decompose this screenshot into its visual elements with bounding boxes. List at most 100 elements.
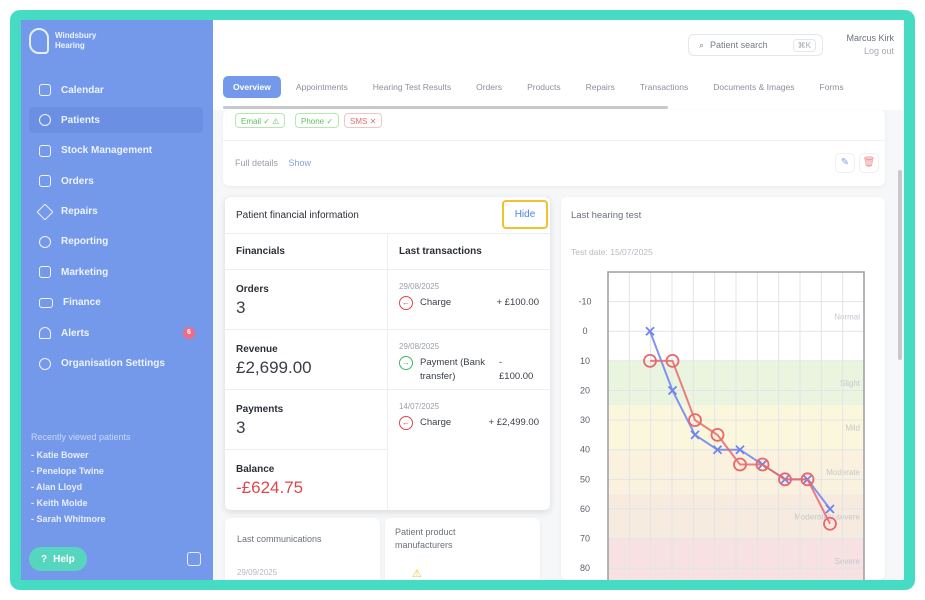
- top-bar: ⌕ Patient search ⌘K Marcus Kirk Log out: [213, 20, 904, 72]
- balance-value: -£624.75: [236, 478, 304, 497]
- edit-button[interactable]: ✎: [835, 153, 855, 173]
- financial-row-payments: Payments 3: [225, 390, 387, 450]
- last-hearing-test-title: Last hearing test: [571, 210, 642, 221]
- sidebar-item-organisation-settings[interactable]: Organisation Settings: [29, 351, 203, 377]
- tab-forms[interactable]: Forms: [810, 76, 854, 98]
- transaction-date: 29/08/2025: [399, 342, 440, 351]
- email-label: Email: [241, 117, 262, 126]
- patient-search-input[interactable]: ⌕ Patient search ⌘K: [688, 34, 823, 56]
- last-communications-card: Last communications 29/09/2025: [225, 518, 380, 580]
- sidebar-item-reporting[interactable]: Reporting: [29, 229, 203, 255]
- financial-value: 3: [236, 418, 246, 437]
- sidebar-item-label: Marketing: [61, 266, 109, 278]
- pencil-icon: ✎: [840, 157, 850, 168]
- transaction-type: Payment (Bank transfer): [420, 357, 485, 382]
- tab-products[interactable]: Products: [517, 76, 571, 98]
- email-consent-badge: Email ✓ ⚠: [235, 113, 286, 128]
- transaction-row[interactable]: 29/08/2025 → Payment (Bank transfer) - £…: [388, 330, 550, 390]
- sidebar: Windsbury Hearing Calendar Patients Stoc…: [21, 20, 213, 580]
- recent-patient-link[interactable]: - Katie Bower: [31, 450, 131, 460]
- y-tick-label: -10: [578, 297, 591, 307]
- communication-date: 29/09/2025: [237, 568, 278, 577]
- tab-documents-images[interactable]: Documents & Images: [703, 76, 804, 98]
- arrow-left-icon: ←: [399, 296, 413, 310]
- sidebar-item-label: Orders: [61, 175, 94, 187]
- sidebar-item-marketing[interactable]: Marketing: [29, 259, 203, 285]
- transaction-amount: + £2,499.00: [488, 417, 539, 428]
- contact-preferences-card: Email ✓ ⚠ Phone ✓ SMS ✕ Full details Sho…: [223, 110, 885, 186]
- gear-icon: [39, 357, 51, 370]
- tab-appointments[interactable]: Appointments: [286, 76, 358, 98]
- y-tick-label: 20: [580, 385, 590, 395]
- y-tick-label: 10: [580, 356, 590, 366]
- y-tick-label: 60: [580, 504, 590, 514]
- sidebar-item-label: Reporting: [61, 236, 109, 248]
- wrench-icon: [36, 203, 54, 221]
- sidebar-item-repairs[interactable]: Repairs: [29, 199, 203, 225]
- logout-link[interactable]: Log out: [846, 45, 894, 58]
- band-label: Severe: [835, 557, 861, 566]
- sidebar-item-stock-management[interactable]: Stock Management: [29, 138, 203, 164]
- trash-icon: 🗑: [862, 157, 876, 168]
- y-tick-label: 0: [582, 326, 587, 336]
- last-communications-title: Last communications: [237, 534, 322, 544]
- show-details-link[interactable]: Show: [289, 158, 312, 168]
- recent-patient-link[interactable]: - Keith Molde: [31, 498, 131, 508]
- phone-consent-badge: Phone ✓: [295, 113, 340, 128]
- user-menu: Marcus Kirk Log out: [846, 32, 894, 58]
- tab-transactions[interactable]: Transactions: [630, 76, 698, 98]
- collapse-sidebar-icon[interactable]: [187, 552, 201, 566]
- financial-label: Payments: [236, 404, 284, 415]
- sidebar-item-orders[interactable]: Orders: [29, 168, 203, 194]
- full-details-label: Full details: [235, 158, 279, 168]
- help-icon: ?: [41, 553, 48, 565]
- card-icon: [39, 297, 53, 308]
- y-tick-label: 50: [580, 474, 590, 484]
- brand-name: Windsbury Hearing: [55, 31, 96, 51]
- patient-tabs: Overview Appointments Hearing Test Resul…: [213, 72, 904, 110]
- financial-label: Orders: [236, 284, 269, 295]
- recent-patients: Recently viewed patients - Katie Bower -…: [31, 432, 131, 530]
- band-label: Normal: [834, 312, 860, 321]
- main-content: ⌕ Patient search ⌘K Marcus Kirk Log out …: [213, 20, 904, 580]
- sidebar-item-patients[interactable]: Patients: [29, 107, 203, 134]
- financial-row-revenue: Revenue £2,699.00: [225, 330, 387, 390]
- arrow-left-icon: ←: [399, 416, 413, 430]
- transaction-row[interactable]: 14/07/2025 ← Charge + £2,499.00: [388, 390, 550, 450]
- tab-hearing-test-results[interactable]: Hearing Test Results: [363, 76, 461, 98]
- hearing-test-date: Test date: 15/07/2025: [571, 247, 653, 257]
- financial-value: 3: [236, 298, 246, 317]
- recent-patient-link[interactable]: - Penelope Twine: [31, 466, 131, 476]
- tab-orders[interactable]: Orders: [466, 76, 512, 98]
- y-tick-label: 80: [580, 563, 590, 573]
- hide-button[interactable]: Hide: [502, 200, 548, 229]
- calendar-icon: [39, 84, 51, 96]
- arrow-right-icon: →: [399, 356, 413, 370]
- delete-button[interactable]: 🗑: [859, 153, 879, 173]
- audiogram-chart: NormalSlightMildModerateModerately sever…: [578, 271, 865, 580]
- sms-consent-badge: SMS ✕: [344, 113, 383, 128]
- financial-row-orders: Orders 3: [225, 270, 387, 330]
- sidebar-nav: Calendar Patients Stock Management Order…: [29, 77, 203, 381]
- ear-logo-icon: [29, 28, 49, 54]
- mail-icon: [39, 266, 51, 279]
- transaction-date: 14/07/2025: [399, 402, 440, 411]
- transaction-type: Charge: [420, 297, 452, 308]
- page-scrollbar[interactable]: [898, 170, 902, 360]
- sidebar-item-label: Finance: [63, 297, 101, 309]
- sidebar-item-calendar[interactable]: Calendar: [29, 77, 203, 103]
- tab-repairs[interactable]: Repairs: [576, 76, 625, 98]
- help-button[interactable]: ? Help: [29, 547, 87, 571]
- transaction-type: Charge: [420, 417, 452, 428]
- sms-label: SMS: [350, 117, 368, 126]
- sidebar-item-finance[interactable]: Finance: [29, 290, 203, 316]
- tab-overview[interactable]: Overview: [223, 76, 281, 98]
- sidebar-item-alerts[interactable]: Alerts 6: [29, 320, 203, 346]
- tabs-scrollbar[interactable]: [223, 106, 668, 109]
- transaction-row[interactable]: 29/08/2025 ← Charge + £100.00: [388, 270, 550, 330]
- brand-logo[interactable]: Windsbury Hearing: [29, 28, 96, 54]
- recent-patient-link[interactable]: - Alan Lloyd: [31, 482, 131, 492]
- recent-patient-link[interactable]: - Sarah Whitmore: [31, 514, 131, 524]
- orders-icon: [39, 175, 51, 188]
- sidebar-item-label: Patients: [61, 114, 100, 126]
